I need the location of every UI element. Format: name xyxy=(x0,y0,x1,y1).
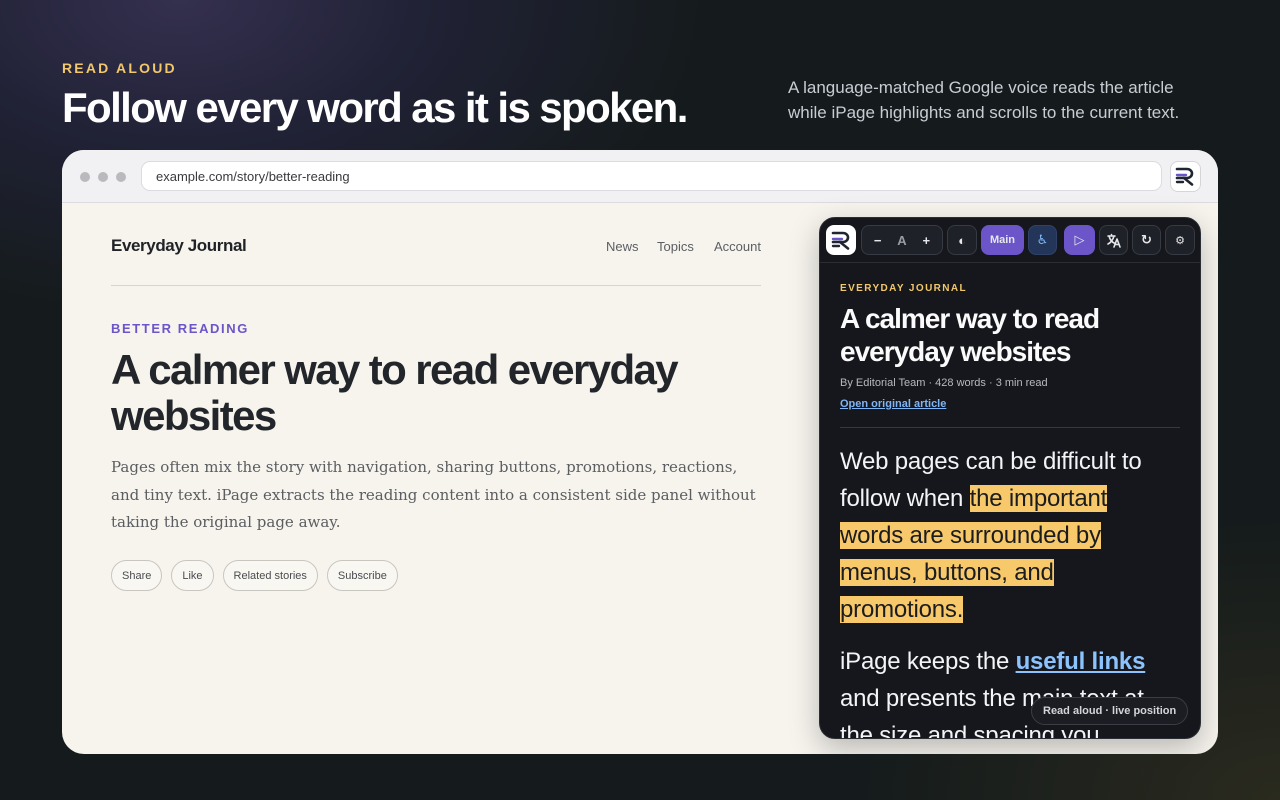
contrast-button[interactable]: ◐ xyxy=(947,225,977,255)
main-content-button[interactable]: Main xyxy=(981,225,1024,255)
nav-account[interactable]: Account xyxy=(714,239,761,254)
subcopy: A language-matched Google voice reads th… xyxy=(788,78,1180,122)
article-lede: Pages often mix the story with navigatio… xyxy=(111,458,756,531)
useful-links-link[interactable]: useful links xyxy=(1016,648,1146,675)
increase-font-button[interactable]: + xyxy=(922,233,930,248)
panel-source: EVERYDAY JOURNAL xyxy=(840,283,968,294)
settings-button[interactable]: ⚙ xyxy=(1165,225,1195,255)
window-dot-close[interactable] xyxy=(80,172,90,182)
font-size-group: − A + xyxy=(861,225,943,255)
subscribe-button[interactable]: Subscribe xyxy=(326,560,398,591)
gear-icon: ⚙ xyxy=(1175,234,1185,247)
like-button[interactable]: Like xyxy=(171,560,214,591)
extension-button[interactable] xyxy=(1170,161,1201,192)
header-divider xyxy=(111,285,761,286)
article-kicker: BETTER READING xyxy=(111,321,249,336)
decrease-font-button[interactable]: − xyxy=(874,233,882,248)
play-icon: ▷ xyxy=(1074,232,1085,247)
panel-title: A calmer way to read everyday websites xyxy=(840,303,1100,367)
headline: Follow every word as it is spoken. xyxy=(62,84,688,131)
accessibility-button[interactable]: ♿ xyxy=(1028,225,1057,255)
nav-topics[interactable]: Topics xyxy=(657,239,694,254)
eyebrow: READ ALOUD xyxy=(62,60,177,76)
article-title: A calmer way to read everyday websites xyxy=(111,346,679,439)
panel-divider xyxy=(840,427,1180,428)
reader-toolbar: − A + ◐ Main ♿ ▷ ↻ ⚙ xyxy=(820,218,1200,263)
related-stories-button[interactable]: Related stories xyxy=(222,560,318,591)
ipage-logo-icon xyxy=(831,231,849,250)
address-bar[interactable]: example.com/story/better-reading xyxy=(141,161,1162,191)
read-aloud-button[interactable]: ▷ xyxy=(1064,225,1095,255)
nav-news[interactable]: News xyxy=(606,239,639,254)
ipage-logo-icon xyxy=(1175,167,1194,186)
article-actions: Share Like Related stories Subscribe xyxy=(111,560,398,591)
translate-icon xyxy=(1107,233,1121,248)
panel-meta: By Editorial Team · 428 words · 3 min re… xyxy=(840,377,1048,389)
panel-body: Web pages can be difficult to follow whe… xyxy=(840,443,1170,738)
paragraph-2-text: iPage keeps the xyxy=(840,648,1016,675)
window-dot-minimize[interactable] xyxy=(98,172,108,182)
browser-toolbar: example.com/story/better-reading xyxy=(62,150,1218,203)
refresh-icon: ↻ xyxy=(1141,232,1152,247)
translate-button[interactable] xyxy=(1099,225,1128,255)
open-original-link[interactable]: Open original article xyxy=(840,398,946,410)
site-name[interactable]: Everyday Journal xyxy=(111,236,247,256)
font-icon: A xyxy=(897,232,907,248)
window-dot-maximize[interactable] xyxy=(116,172,126,182)
accessibility-icon: ♿ xyxy=(1036,232,1049,247)
paragraph-1: Web pages can be difficult to follow whe… xyxy=(840,443,1170,628)
contrast-icon: ◐ xyxy=(958,232,966,248)
reader-logo-button[interactable] xyxy=(826,225,856,255)
read-aloud-status: Read aloud · live position xyxy=(1031,697,1189,725)
share-button[interactable]: Share xyxy=(111,560,163,591)
refresh-button[interactable]: ↻ xyxy=(1132,225,1161,255)
reader-panel: − A + ◐ Main ♿ ▷ ↻ ⚙ EVERYDAY JOURNAL A … xyxy=(819,217,1201,739)
browser-window: example.com/story/better-reading Everyda… xyxy=(62,150,1218,754)
